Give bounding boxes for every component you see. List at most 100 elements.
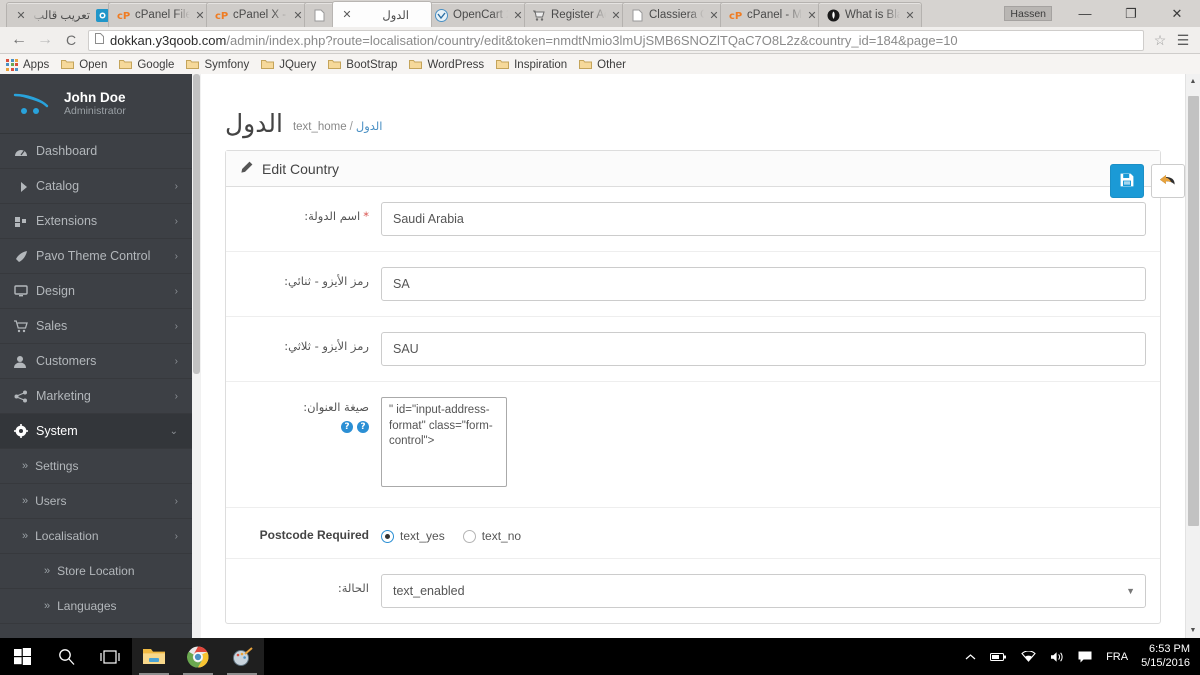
- breadcrumb: text_home / الدول: [293, 119, 383, 133]
- page-title: الدول: [225, 109, 283, 138]
- help-icon[interactable]: ?: [341, 421, 353, 433]
- save-button[interactable]: [1110, 164, 1144, 198]
- tab-close-icon[interactable]: ✕: [511, 9, 525, 22]
- back-icon[interactable]: ←: [6, 29, 32, 51]
- sidebar-item-store-location[interactable]: » Store Location: [0, 554, 192, 589]
- sidebar-item-settings[interactable]: » Settings: [0, 449, 192, 484]
- clock[interactable]: 6:53 PM 5/15/2016: [1135, 643, 1190, 671]
- breadcrumb-home[interactable]: text_home: [293, 121, 347, 133]
- action-center-icon[interactable]: [1071, 651, 1099, 663]
- tab-title: Classiera Op: [649, 9, 704, 21]
- browser-tab-8[interactable]: Classiera Op ✕: [622, 2, 726, 27]
- chevron-up-icon[interactable]: [958, 653, 983, 661]
- browser-tab-1[interactable]: تعريب قالب ✕: [6, 2, 114, 27]
- scroll-up-icon[interactable]: ▲: [1186, 74, 1200, 89]
- tab-close-icon[interactable]: ✕: [903, 9, 917, 22]
- bookmark-star-icon[interactable]: ☆: [1148, 32, 1172, 49]
- chevrons-icon: »: [44, 600, 51, 612]
- radio-dot[interactable]: [462, 529, 476, 543]
- tab-close-icon[interactable]: ✕: [291, 9, 305, 22]
- breadcrumb-current[interactable]: الدول: [356, 119, 383, 133]
- tab-close-icon[interactable]: ✕: [609, 9, 623, 22]
- opencart-icon: [95, 8, 109, 22]
- sidebar-item-extensions[interactable]: Extensions ›: [0, 204, 192, 239]
- browser-tab-9[interactable]: cP cPanel - Mai ✕: [720, 2, 824, 27]
- task-view-icon[interactable]: [88, 638, 132, 675]
- sidebar-item-pavo-theme-control[interactable]: Pavo Theme Control ›: [0, 239, 192, 274]
- paint-icon[interactable]: [220, 638, 264, 675]
- sidebar-scrollbar[interactable]: [192, 74, 201, 638]
- reload-icon[interactable]: C: [58, 29, 84, 51]
- address-bar[interactable]: dokkan.y3qoob.com/admin/index.php?route=…: [88, 29, 1144, 51]
- status-select[interactable]: text_enabled: [381, 574, 1146, 608]
- user-chip[interactable]: Hassen: [1004, 6, 1052, 21]
- bookmark-bootstrap[interactable]: BootStrap: [328, 59, 397, 71]
- sidebar-scrollbar-thumb[interactable]: [193, 74, 200, 374]
- bookmark-wordpress[interactable]: WordPress: [409, 59, 484, 71]
- sidebar-item-users[interactable]: » Users ›: [0, 484, 192, 519]
- browser-tab-3[interactable]: cP cPanel X - Fi ✕: [206, 2, 310, 27]
- radio-text-no[interactable]: text_no: [462, 529, 521, 543]
- browser-tab-2[interactable]: cP cPanel File M ✕: [108, 2, 212, 27]
- file-explorer-icon[interactable]: [132, 638, 176, 675]
- bookmark-apps[interactable]: Apps: [6, 58, 49, 71]
- sidebar-item-dashboard[interactable]: Dashboard: [0, 134, 192, 169]
- page-scrollbar-thumb[interactable]: [1188, 96, 1199, 526]
- sidebar-item-system[interactable]: System ⌄: [0, 414, 192, 449]
- sidebar-item-marketing[interactable]: Marketing ›: [0, 379, 192, 414]
- page-scrollbar[interactable]: ▲ ▼: [1185, 74, 1200, 638]
- windows-start-icon[interactable]: [0, 638, 44, 675]
- tab-strip: تعريب قالب ✕ cP cPanel File M ✕ cP cPane…: [0, 0, 1200, 27]
- bookmark-inspiration[interactable]: Inspiration: [496, 59, 567, 71]
- minimize-button[interactable]: —: [1062, 0, 1108, 27]
- radio-dot-selected[interactable]: [381, 529, 394, 543]
- bookmark-label: BootStrap: [346, 58, 398, 71]
- tab-close-icon[interactable]: ✕: [805, 9, 819, 22]
- sidebar-item-catalog[interactable]: Catalog ›: [0, 169, 192, 204]
- sidebar-item-customers[interactable]: Customers ›: [0, 344, 192, 379]
- browser-tab-10[interactable]: What is Blac ✕: [818, 2, 922, 27]
- browser-tab-6[interactable]: OpenCart 2. ✕: [426, 2, 530, 27]
- bookmark-other[interactable]: Other: [579, 59, 626, 71]
- page-header: الدول text_home / الدول: [225, 92, 1161, 138]
- main-content: الدول text_home / الدول Edit Country *اس…: [201, 74, 1185, 638]
- folder-icon: [186, 59, 200, 70]
- forward-icon[interactable]: →: [32, 29, 58, 51]
- chrome-menu-icon[interactable]: ☰: [1172, 33, 1194, 47]
- country-name-input[interactable]: [381, 202, 1146, 236]
- page-info-icon[interactable]: [95, 33, 104, 47]
- sidebar-item-label: Customers: [36, 354, 97, 368]
- tab-close-icon[interactable]: ✕: [14, 9, 28, 22]
- iso-code-2-input[interactable]: [381, 267, 1146, 301]
- back-button[interactable]: [1151, 164, 1185, 198]
- tab-close-icon[interactable]: ✕: [340, 8, 354, 21]
- sidebar-item-design[interactable]: Design ›: [0, 274, 192, 309]
- iso-code-3-input[interactable]: [381, 332, 1146, 366]
- sidebar-item-sales[interactable]: Sales ›: [0, 309, 192, 344]
- maximize-button[interactable]: ❐: [1108, 0, 1154, 27]
- browser-tab-active[interactable]: الدول ✕: [332, 1, 432, 27]
- sidebar-user[interactable]: John Doe Administrator: [0, 74, 192, 134]
- language-indicator[interactable]: FRA: [1099, 651, 1135, 663]
- close-button[interactable]: ✕: [1154, 0, 1200, 27]
- new-tab-button[interactable]: [916, 2, 950, 27]
- tab-close-icon[interactable]: ✕: [193, 9, 207, 22]
- bookmark-google[interactable]: Google: [119, 59, 174, 71]
- speaker-icon[interactable]: [1043, 651, 1071, 663]
- help-icon[interactable]: ?: [357, 421, 369, 433]
- bookmark-open[interactable]: Open: [61, 59, 107, 71]
- address-format-textarea[interactable]: " id="input-address-format" class="form-…: [381, 397, 507, 487]
- radio-text-yes[interactable]: text_yes: [381, 529, 445, 543]
- battery-icon[interactable]: [983, 652, 1014, 662]
- bookmark-symfony[interactable]: Symfony: [186, 59, 249, 71]
- browser-tab-7[interactable]: Register Acc ✕: [524, 2, 628, 27]
- sidebar-item-languages[interactable]: » Languages: [0, 589, 192, 624]
- bookmark-jquery[interactable]: JQuery: [261, 59, 316, 71]
- search-icon[interactable]: [44, 638, 88, 675]
- form-row-status: الحالة: text_enabled ▼: [226, 559, 1160, 623]
- chrome-icon[interactable]: [176, 638, 220, 675]
- tab-close-icon[interactable]: ✕: [707, 9, 721, 22]
- scroll-down-icon[interactable]: ▼: [1186, 623, 1200, 638]
- wifi-icon[interactable]: [1014, 651, 1043, 662]
- sidebar-item-localisation[interactable]: » Localisation ›: [0, 519, 192, 554]
